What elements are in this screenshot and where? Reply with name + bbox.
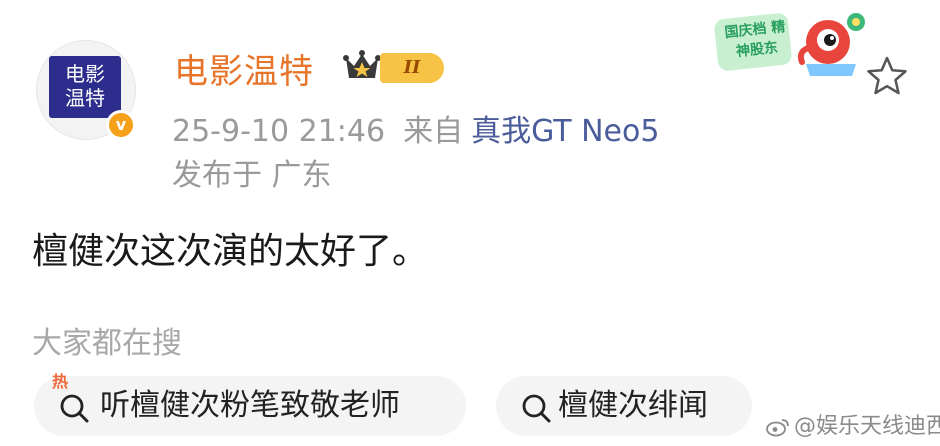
search-icon [522,394,551,423]
star-icon[interactable] [866,55,908,97]
hot-badge: 热 [52,372,69,391]
watermark: @娱乐天线迪西 [766,408,940,440]
hot-search-icon [60,394,89,423]
trending-chip[interactable]: 热 听檀健次粉笔致敬老师 [34,372,466,436]
trending-chip-label: 檀健次绯闻 [558,388,708,423]
watermark-text: @娱乐天线迪西 [794,414,940,439]
verified-badge-icon: v [106,110,136,140]
from-label: 来自 [403,114,464,149]
post-meta: 25-9-10 21:46 来自 真我GT Neo5 [172,106,659,150]
trending-section-title: 大家都在搜 [32,326,182,361]
avatar[interactable]: 电影 温特 v [36,40,136,140]
username[interactable]: 电影温特 [174,44,314,93]
post-location: 发布于 广东 [172,158,332,193]
promo-sticker[interactable]: 国庆档 精神股东 [710,6,870,80]
mascot-icon [797,13,865,76]
avatar-logo: 电影 温特 [49,56,121,118]
promo-text: 国庆档 精神股东 [723,18,787,61]
crown-icon [343,50,381,78]
post-datetime: 25-9-10 21:46 [172,114,386,149]
rank-badge[interactable]: II [380,53,444,83]
weibo-logo-icon [766,419,789,437]
device-link[interactable]: 真我GT Neo5 [471,114,659,149]
trending-chip[interactable]: 檀健次绯闻 [496,376,752,436]
trending-chip-label: 听檀健次粉笔致敬老师 [100,388,400,423]
post-text: 檀健次这次演的太好了。 [32,231,429,272]
